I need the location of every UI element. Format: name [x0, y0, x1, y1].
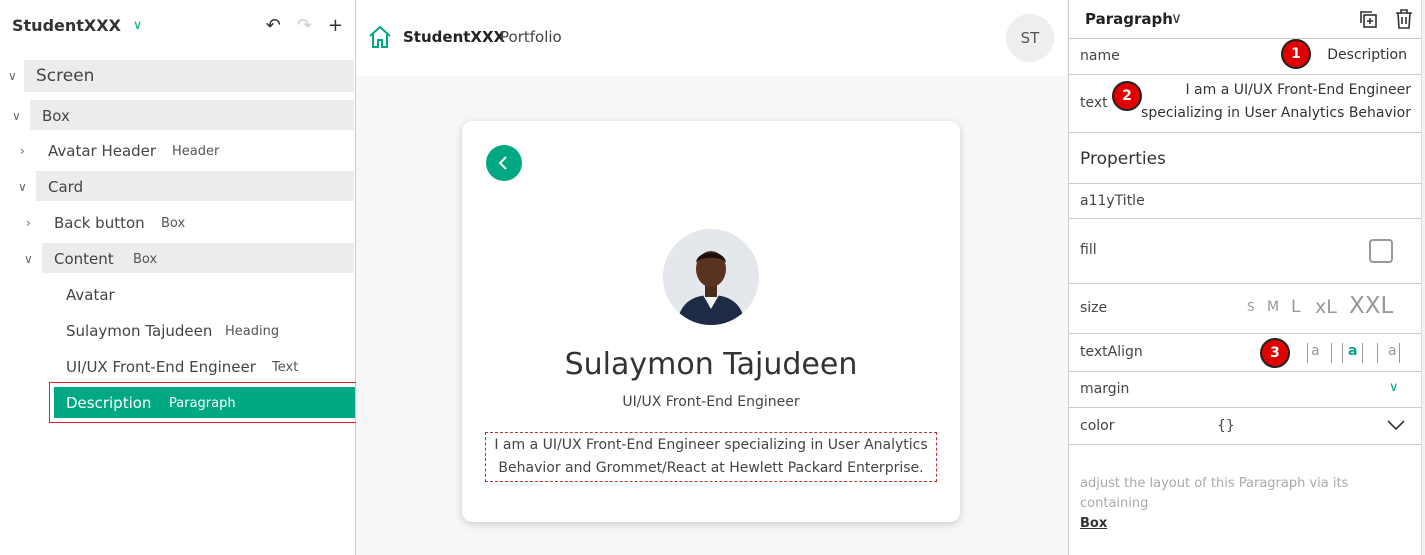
- prop-size-label: size: [1080, 300, 1108, 316]
- user-avatar[interactable]: ST: [1006, 14, 1054, 62]
- profile-role: UI/UX Front-End Engineer: [622, 394, 800, 410]
- text-align-right[interactable]: a: [1388, 343, 1397, 359]
- chevron-down-icon[interactable]: ∨: [18, 180, 27, 194]
- annotation-badge-3: 3: [1260, 338, 1290, 368]
- tree-item-label: Box: [42, 107, 70, 125]
- tree-item-type: Text: [272, 359, 299, 375]
- prop-text-textarea[interactable]: I am a UI/UX Front-End Engineer speciali…: [1129, 79, 1415, 131]
- prop-name-label: name: [1080, 48, 1120, 64]
- tree-item-text[interactable]: UI/UX Front-End Engineer Text: [0, 349, 356, 385]
- layout-hint-text: adjust the layout of this Paragraph via …: [1080, 476, 1349, 511]
- tree-item-back-button[interactable]: › Back button Box: [0, 205, 356, 241]
- prop-text-line2: specializing in User Analytics Behavior: [1141, 105, 1411, 121]
- tree-item-label: Sulaymon Tajudeen: [66, 322, 213, 340]
- chevron-down-icon[interactable]: ∨: [8, 69, 17, 83]
- app-title[interactable]: StudentXXX: [12, 16, 121, 35]
- tree-item-label: UI/UX Front-End Engineer: [66, 358, 256, 376]
- avatar-photo: [663, 229, 759, 325]
- text-align-center[interactable]: a: [1348, 343, 1357, 359]
- tree-item-description[interactable]: Description Paragraph: [0, 385, 356, 421]
- prop-text-label: text: [1080, 95, 1108, 111]
- tree-item-type: Box: [133, 251, 158, 267]
- prop-color-label: color: [1080, 418, 1115, 434]
- tree-item-label: Avatar: [66, 286, 115, 304]
- tree-item-label: Avatar Header: [48, 142, 157, 160]
- tree-item-label: Card: [48, 178, 84, 196]
- properties-panel: Paragraph ∨ name Description 1 text I am…: [1068, 0, 1425, 555]
- tree-item-type: Paragraph: [169, 395, 236, 411]
- brand-subtitle: Portfolio: [500, 28, 562, 46]
- size-option-l[interactable]: L: [1291, 297, 1300, 317]
- back-button[interactable]: [486, 145, 522, 181]
- canvas: StudentXXX Portfolio ST Sulaymon Tajudee…: [356, 0, 1068, 555]
- text-align-left[interactable]: a: [1311, 343, 1320, 359]
- tree-item-avatar-header[interactable]: › Avatar Header Header: [0, 133, 356, 169]
- tree-item-type: Header: [172, 143, 220, 159]
- undo-icon[interactable]: ↶: [266, 15, 281, 36]
- chevron-down-icon[interactable]: ∨: [24, 252, 33, 266]
- prop-size: size S M L xL XXL: [1069, 284, 1421, 334]
- tree-item-type: Box: [161, 215, 186, 231]
- chevron-down-icon[interactable]: ∨: [1171, 9, 1182, 27]
- tree-item-heading[interactable]: Sulaymon Tajudeen Heading: [0, 313, 356, 349]
- profile-name: Sulaymon Tajudeen: [564, 347, 858, 382]
- chevron-down-icon[interactable]: ∨: [1389, 380, 1399, 395]
- prop-a11y-title[interactable]: a11yTitle: [1069, 183, 1421, 219]
- tree-item-label: Back button: [54, 214, 145, 232]
- containing-box-link[interactable]: Box: [1080, 516, 1107, 531]
- tree-item-content[interactable]: ∨ Content Box: [0, 241, 356, 277]
- properties-header: Paragraph ∨: [1069, 0, 1421, 39]
- properties-section-title: Properties: [1080, 149, 1166, 169]
- chevron-right-icon[interactable]: ›: [26, 216, 31, 230]
- prop-color-value: {}: [1217, 418, 1235, 434]
- home-icon[interactable]: [368, 25, 392, 53]
- duplicate-icon[interactable]: [1358, 9, 1378, 33]
- annotation-badge-2: 2: [1112, 81, 1142, 111]
- chevron-left-icon: [498, 156, 507, 170]
- prop-text-align-label: textAlign: [1080, 344, 1143, 360]
- tree-item-type: Heading: [225, 323, 280, 339]
- prop-margin-label: margin: [1080, 381, 1130, 397]
- profile-card: Sulaymon Tajudeen UI/UX Front-End Engine…: [462, 121, 960, 522]
- prop-name-input[interactable]: Description: [1327, 47, 1407, 63]
- annotation-badge-1: 1: [1281, 39, 1311, 69]
- brand-name[interactable]: StudentXXX: [403, 28, 505, 46]
- tree-item-avatar[interactable]: Avatar: [0, 277, 356, 313]
- prop-text-align: textAlign a a a: [1069, 334, 1421, 372]
- layout-hint: adjust the layout of this Paragraph via …: [1080, 474, 1415, 534]
- tree-item-box[interactable]: ∨ Box: [0, 98, 356, 134]
- prop-fill-label: fill: [1080, 242, 1097, 258]
- redo-icon[interactable]: ↷: [297, 15, 312, 36]
- prop-margin[interactable]: margin ∨: [1069, 372, 1421, 408]
- prop-color[interactable]: color {}: [1069, 408, 1421, 445]
- prop-name: name Description: [1069, 39, 1421, 75]
- layers-panel: StudentXXX ∨ ↶ ↷ + ∨ Screen ∨ Box › Avat…: [0, 0, 358, 555]
- chevron-down-icon[interactable]: ∨: [133, 18, 143, 33]
- tree-item-screen[interactable]: ∨ Screen: [0, 58, 356, 94]
- scrollbar[interactable]: [1421, 0, 1425, 555]
- layers-header: StudentXXX ∨ ↶ ↷ +: [0, 0, 355, 50]
- tree-item-label: Description: [66, 394, 152, 412]
- fill-checkbox[interactable]: [1369, 239, 1393, 263]
- size-option-m[interactable]: M: [1267, 299, 1279, 315]
- tree-item-label: Content: [54, 250, 114, 268]
- app-header: StudentXXX Portfolio ST: [356, 0, 1067, 76]
- prop-a11y-label: a11yTitle: [1080, 193, 1145, 209]
- chevron-down-icon[interactable]: [1387, 417, 1405, 435]
- size-option-xl[interactable]: xL: [1315, 296, 1337, 318]
- trash-icon[interactable]: [1395, 9, 1413, 33]
- prop-text-line1: I am a UI/UX Front-End Engineer: [1185, 82, 1411, 98]
- size-option-xxl[interactable]: XXL: [1349, 293, 1393, 319]
- tree-item-label: Screen: [36, 66, 95, 86]
- tree-item-card[interactable]: ∨ Card: [0, 169, 356, 205]
- add-icon[interactable]: +: [328, 15, 343, 36]
- profile-description[interactable]: I am a UI/UX Front-End Engineer speciali…: [485, 432, 937, 482]
- component-type-title[interactable]: Paragraph: [1085, 10, 1173, 28]
- chevron-down-icon[interactable]: ∨: [12, 109, 21, 123]
- size-option-s[interactable]: S: [1247, 300, 1255, 314]
- chevron-right-icon[interactable]: ›: [20, 144, 25, 158]
